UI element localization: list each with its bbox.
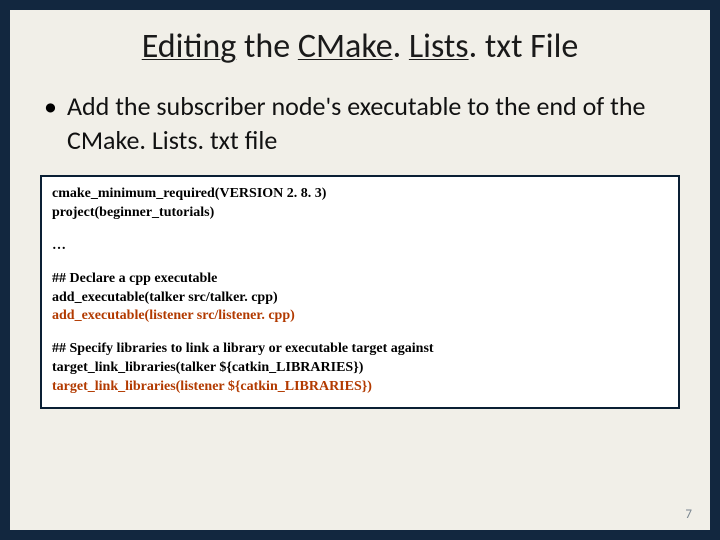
code-line-5-highlight: add_executable(listener src/listener. cp… bbox=[52, 307, 668, 326]
page-number: 7 bbox=[685, 507, 692, 522]
bullet-item: • Add the subscriber node's executable t… bbox=[44, 89, 674, 157]
bullet-text: Add the subscriber node's executable to … bbox=[67, 89, 674, 157]
slide-title: Editing the CMake. Lists. txt File bbox=[38, 26, 682, 67]
code-line-3: ## Declare a cpp executable bbox=[52, 270, 668, 289]
code-line-8-highlight: target_link_libraries(listener ${catkin_… bbox=[52, 378, 668, 397]
code-block-head: cmake_minimum_required(VERSION 2. 8. 3) … bbox=[52, 185, 668, 223]
code-line-1: cmake_minimum_required(VERSION 2. 8. 3) bbox=[52, 185, 668, 204]
code-line-2: project(beginner_tutorials) bbox=[52, 204, 668, 223]
title-tail: . txt File bbox=[469, 26, 579, 67]
title-sep-1: the bbox=[236, 26, 298, 67]
code-ellipsis: … bbox=[52, 237, 668, 256]
code-line-4: add_executable(talker src/talker. cpp) bbox=[52, 289, 668, 308]
title-word-lists: Lists bbox=[409, 26, 469, 67]
bullet-dot-icon: • bbox=[44, 89, 57, 123]
code-line-6: ## Specify libraries to link a library o… bbox=[52, 340, 668, 359]
code-block: cmake_minimum_required(VERSION 2. 8. 3) … bbox=[40, 175, 680, 409]
code-block-exec: ## Declare a cpp executable add_executab… bbox=[52, 270, 668, 327]
title-word-editing: Editing bbox=[142, 26, 237, 67]
slide-body: Editing the CMake. Lists. txt File • Add… bbox=[10, 10, 710, 530]
title-word-cmake: CMake bbox=[298, 26, 393, 67]
code-block-link: ## Specify libraries to link a library o… bbox=[52, 340, 668, 397]
slide-frame: Editing the CMake. Lists. txt File • Add… bbox=[0, 0, 720, 540]
code-line-7: target_link_libraries(talker ${catkin_LI… bbox=[52, 359, 668, 378]
title-sep-2: . bbox=[393, 26, 409, 67]
